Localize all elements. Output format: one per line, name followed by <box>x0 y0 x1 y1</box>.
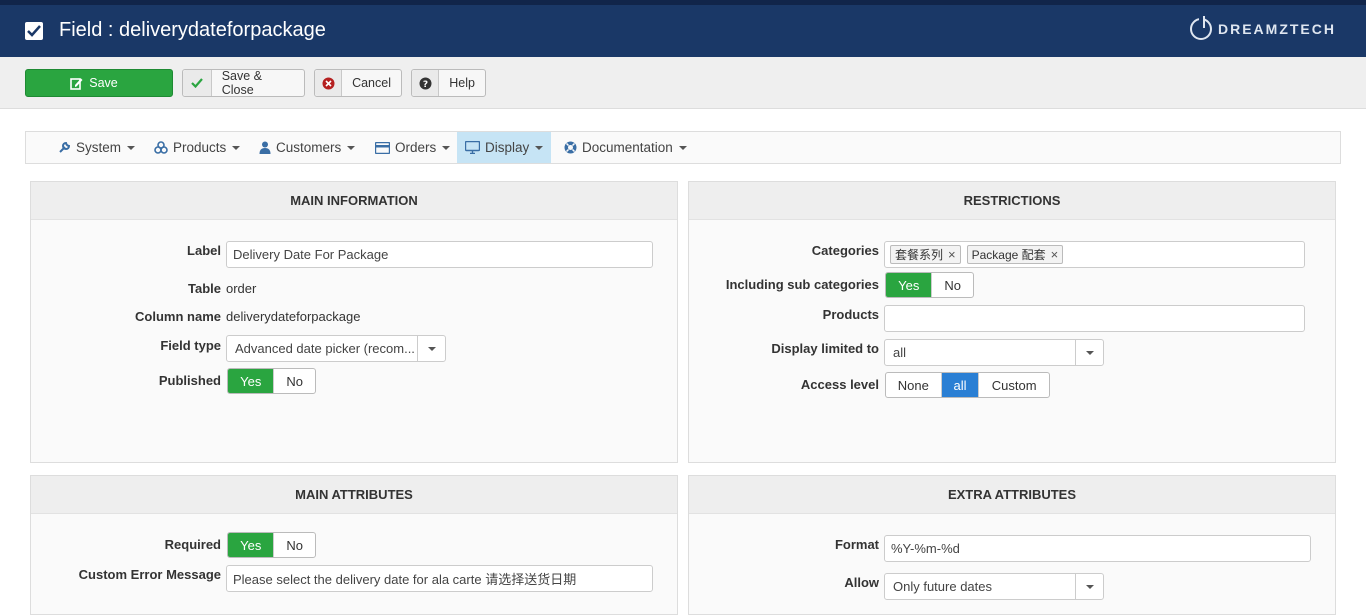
display-limited-select[interactable]: all <box>884 339 1104 366</box>
menu-products[interactable]: Products <box>146 132 248 163</box>
menu-products-label: Products <box>173 140 227 155</box>
field-type-label: Field type <box>160 338 221 353</box>
menu-customers-label: Customers <box>276 140 342 155</box>
category-chip-label: Package 配套 <box>971 248 1046 262</box>
field-type-select[interactable]: Advanced date picker (recom... <box>226 335 446 362</box>
monitor-icon <box>465 141 480 154</box>
panel-heading: EXTRA ATTRIBUTES <box>689 476 1335 514</box>
chevron-down-icon <box>535 145 544 150</box>
cancel-icon <box>315 70 343 96</box>
chevron-down-icon <box>1075 340 1103 365</box>
field-type-value: Advanced date picker (recom... <box>235 341 415 356</box>
brand-logo: DREAMZTECH <box>1190 16 1336 40</box>
cubes-icon <box>154 141 168 154</box>
required-toggle: Yes No <box>227 532 316 558</box>
column-name-value: deliverydateforpackage <box>226 309 361 324</box>
credit-card-icon <box>375 141 390 154</box>
sub-categories-no[interactable]: No <box>932 273 973 297</box>
allow-select[interactable]: Only future dates <box>884 573 1104 600</box>
products-input[interactable] <box>884 305 1305 332</box>
products-label: Products <box>822 307 879 322</box>
panel-heading: RESTRICTIONS <box>689 182 1335 220</box>
main-menu: System Products Customers Orders Display… <box>25 131 1341 164</box>
access-custom[interactable]: Custom <box>979 373 1049 397</box>
save-label: Save <box>89 76 118 90</box>
sub-categories-toggle: Yes No <box>885 272 974 298</box>
panel-heading: MAIN ATTRIBUTES <box>31 476 677 514</box>
published-toggle: Yes No <box>227 368 316 394</box>
required-label: Required <box>164 537 221 552</box>
chevron-down-icon <box>1075 574 1103 599</box>
save-close-label: Save & Close <box>221 69 262 97</box>
help-label: Help <box>449 76 475 90</box>
menu-documentation[interactable]: Documentation <box>556 132 695 163</box>
question-icon: ? <box>412 70 440 96</box>
categories-input[interactable]: 套餐系列 × Package 配套 × <box>884 241 1305 268</box>
category-chip: 套餐系列 × <box>890 245 961 264</box>
menu-orders[interactable]: Orders <box>367 132 458 163</box>
access-all[interactable]: all <box>941 373 980 397</box>
menu-system-label: System <box>76 140 122 155</box>
svg-text:?: ? <box>423 80 428 90</box>
menu-display[interactable]: Display <box>457 132 552 163</box>
sub-categories-yes[interactable]: Yes <box>886 273 933 297</box>
check-icon <box>183 70 212 96</box>
menu-display-label: Display <box>485 140 530 155</box>
save-close-button[interactable]: Save & Close <box>182 69 305 97</box>
table-label: Table <box>188 281 221 296</box>
panel-heading: MAIN INFORMATION <box>31 182 677 220</box>
menu-customers[interactable]: Customers <box>251 132 363 163</box>
table-value: order <box>226 281 257 296</box>
allow-label: Allow <box>844 575 879 590</box>
user-icon <box>259 141 271 154</box>
published-no[interactable]: No <box>274 369 315 393</box>
chevron-down-icon <box>232 145 241 150</box>
close-icon[interactable]: × <box>1051 247 1059 262</box>
categories-label: Categories <box>811 243 879 258</box>
required-yes[interactable]: Yes <box>228 533 275 557</box>
chevron-down-icon <box>417 336 445 361</box>
cancel-label: Cancel <box>352 76 391 90</box>
allow-value: Only future dates <box>893 579 992 594</box>
chevron-down-icon <box>347 145 356 150</box>
access-level-label: Access level <box>800 377 879 392</box>
category-chip: Package 配套 × <box>966 245 1064 264</box>
access-none[interactable]: None <box>886 373 942 397</box>
chevron-down-icon <box>678 145 687 150</box>
page-title: Field : deliverydateforpackage <box>59 19 326 41</box>
menu-orders-label: Orders <box>395 140 437 155</box>
custom-error-input[interactable]: Please select the delivery date for ala … <box>226 565 653 592</box>
cancel-button[interactable]: Cancel <box>314 69 402 97</box>
access-level-toggle: None all Custom <box>885 372 1050 398</box>
format-label: Format <box>834 537 879 552</box>
category-chip-label: 套餐系列 <box>895 248 944 262</box>
chevron-down-icon <box>127 145 136 150</box>
display-limited-label: Display limited to <box>771 341 879 356</box>
help-button[interactable]: ? Help <box>411 69 486 97</box>
menu-documentation-label: Documentation <box>582 140 673 155</box>
custom-error-label: Custom Error Message <box>78 567 221 582</box>
brand-name: DREAMZTECH <box>1218 21 1336 37</box>
lifebuoy-icon <box>564 141 577 154</box>
edit-icon <box>70 77 83 90</box>
label-field-label: Label <box>187 243 221 258</box>
close-icon[interactable]: × <box>948 247 956 262</box>
format-input[interactable]: %Y-%m-%d <box>884 535 1311 562</box>
wrench-icon <box>58 141 71 154</box>
required-no[interactable]: No <box>274 533 315 557</box>
menu-system[interactable]: System <box>50 132 143 163</box>
display-limited-value: all <box>893 345 907 360</box>
chevron-down-icon <box>442 145 451 150</box>
sub-categories-label: Including sub categories <box>725 277 879 292</box>
column-name-label: Column name <box>135 309 221 324</box>
power-icon <box>1190 16 1212 40</box>
published-yes[interactable]: Yes <box>228 369 275 393</box>
page-header: Field : deliverydateforpackage DREAMZTEC… <box>0 0 1366 57</box>
published-label: Published <box>158 373 221 388</box>
checkbox-icon <box>25 22 43 40</box>
save-button[interactable]: Save <box>25 69 173 97</box>
toolbar: Save Save & Close Cancel ? Help <box>0 57 1366 109</box>
label-input[interactable]: Delivery Date For Package <box>226 241 653 268</box>
